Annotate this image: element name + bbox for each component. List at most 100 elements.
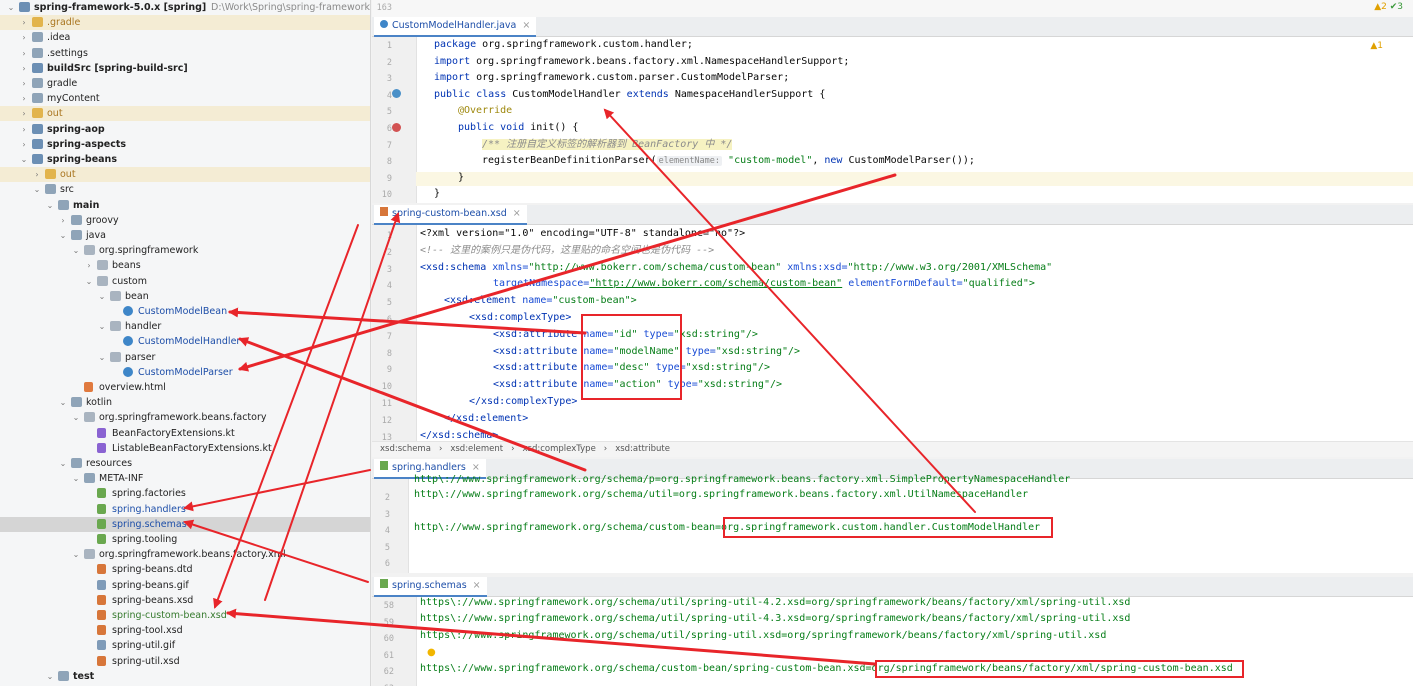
code-line[interactable]: import org.springframework.custom.parser…: [434, 71, 789, 85]
tree-node[interactable]: ⌄ resources: [0, 456, 370, 471]
project-tree[interactable]: ⌄ spring-framework-5.0.x [spring] D:\Work\…: [0, 0, 371, 686]
chevron-down-icon[interactable]: ⌄: [45, 669, 55, 684]
code-line[interactable]: @Override: [458, 104, 512, 118]
breadcrumb-item[interactable]: xsd:schema: [380, 444, 431, 454]
tree-node[interactable]: CustomModelHandler: [0, 334, 370, 349]
tree-node[interactable]: ⌄ custom: [0, 274, 370, 289]
chevron-right-icon[interactable]: ›: [19, 30, 29, 45]
tab-custom-model-handler[interactable]: CustomModelHandler.java ×: [374, 17, 537, 37]
tree-node[interactable]: › spring-aop: [0, 122, 370, 137]
tree-node[interactable]: ⌄ org.springframework.beans.factory: [0, 410, 370, 425]
chevron-down-icon[interactable]: ⌄: [71, 547, 81, 562]
chevron-right-icon[interactable]: ›: [19, 46, 29, 61]
close-icon[interactable]: ×: [473, 580, 481, 591]
tree-node[interactable]: › beans: [0, 258, 370, 273]
tree-node[interactable]: ⌄ test: [0, 669, 370, 684]
tree-node[interactable]: › myContent: [0, 91, 370, 106]
chevron-down-icon[interactable]: ⌄: [6, 0, 16, 15]
chevron-right-icon[interactable]: ›: [19, 76, 29, 91]
tree-node[interactable]: spring-beans.gif: [0, 578, 370, 593]
close-icon[interactable]: ×: [472, 462, 480, 473]
tree-node[interactable]: CustomModelBean: [0, 304, 370, 319]
chevron-down-icon[interactable]: ⌄: [84, 274, 94, 289]
chevron-down-icon[interactable]: ⌄: [97, 350, 107, 365]
tree-node[interactable]: ListableBeanFactoryExtensions.kt: [0, 441, 370, 456]
tree-node[interactable]: spring-beans.xsd: [0, 593, 370, 608]
tree-node[interactable]: ⌄ META-INF: [0, 471, 370, 486]
tree-node[interactable]: spring.schemas: [0, 516, 370, 532]
breadcrumb-item[interactable]: xsd:complexType: [523, 444, 596, 454]
code-line[interactable]: import org.springframework.beans.factory…: [434, 55, 849, 69]
code-line[interactable]: targetNamespace="http://www.bokerr.com/s…: [493, 277, 1035, 291]
tree-node[interactable]: spring.tooling: [0, 532, 370, 547]
tree-node[interactable]: › gradle: [0, 76, 370, 91]
tree-node[interactable]: › groovy: [0, 213, 370, 228]
chevron-right-icon[interactable]: ›: [19, 15, 29, 30]
chevron-right-icon[interactable]: ›: [19, 106, 29, 121]
tree-node[interactable]: ⌄ spring-framework-5.0.x [spring] D:\Work\…: [0, 0, 370, 15]
tree-node[interactable]: overview.html: [0, 380, 370, 395]
tree-node[interactable]: spring-custom-bean.xsd: [0, 608, 370, 623]
code-line[interactable]: package org.springframework.custom.handl…: [434, 38, 693, 52]
code-line[interactable]: http\://www.springframework.org/schema/p…: [414, 473, 1070, 487]
warning-badge[interactable]: ▲1: [1370, 41, 1383, 51]
chevron-down-icon[interactable]: ⌄: [71, 410, 81, 425]
chevron-down-icon[interactable]: ⌄: [71, 243, 81, 258]
tree-node[interactable]: ⌄ src: [0, 182, 370, 197]
chevron-right-icon[interactable]: ›: [19, 137, 29, 152]
chevron-right-icon[interactable]: ›: [19, 61, 29, 76]
inspection-summary[interactable]: ▲2 ✔3: [1374, 2, 1403, 12]
code-line[interactable]: }: [434, 187, 440, 201]
tree-node[interactable]: CustomModelParser: [0, 365, 370, 380]
code-line[interactable]: https\://www.springframework.org/schema/…: [420, 612, 1130, 626]
tree-node[interactable]: › .settings: [0, 46, 370, 61]
code-line[interactable]: <?xml version="1.0" encoding="UTF-8" sta…: [420, 227, 745, 241]
breadcrumb-item[interactable]: xsd:attribute: [615, 444, 670, 454]
code-line[interactable]: public class CustomModelHandler extends …: [434, 88, 825, 102]
code-line[interactable]: http\://www.springframework.org/schema/u…: [414, 488, 1028, 502]
lightbulb-icon[interactable]: ●: [427, 647, 436, 658]
tree-node[interactable]: spring.factories: [0, 486, 370, 501]
tree-node[interactable]: › .gradle: [0, 15, 370, 31]
chevron-down-icon[interactable]: ⌄: [58, 228, 68, 243]
warning-count[interactable]: ▲2: [1374, 2, 1387, 12]
code-line[interactable]: registerBeanDefinitionParser(elementName…: [482, 154, 975, 168]
code-line[interactable]: public void init() {: [458, 121, 578, 135]
chevron-right-icon[interactable]: ›: [19, 122, 29, 137]
tree-node[interactable]: ⌄ main: [0, 198, 370, 213]
tree-node[interactable]: › .idea: [0, 30, 370, 45]
chevron-down-icon[interactable]: ⌄: [58, 395, 68, 410]
code-line[interactable]: https\://www.springframework.org/schema/…: [420, 629, 1106, 643]
tree-node[interactable]: spring-tool.xsd: [0, 623, 370, 638]
tree-node[interactable]: ⌄ parser: [0, 350, 370, 365]
close-icon[interactable]: ×: [513, 208, 521, 219]
chevron-right-icon[interactable]: ›: [19, 91, 29, 106]
code-line[interactable]: https\://www.springframework.org/schema/…: [420, 596, 1130, 610]
code-line[interactable]: </xsd:element>: [444, 412, 528, 426]
code-line[interactable]: <xsd:complexType>: [469, 311, 571, 325]
tree-node[interactable]: BeanFactoryExtensions.kt: [0, 426, 370, 441]
tree-node[interactable]: ⌄ org.springframework.beans.factory.xml: [0, 547, 370, 562]
tree-node[interactable]: ⌄ bean: [0, 289, 370, 304]
implement-gutter-icon[interactable]: [392, 89, 401, 98]
chevron-right-icon[interactable]: ›: [84, 258, 94, 273]
code-line[interactable]: </xsd:complexType>: [469, 395, 577, 409]
tree-node[interactable]: › spring-aspects: [0, 137, 370, 152]
code-line[interactable]: <xsd:element name="custom-bean">: [444, 294, 637, 308]
code-line[interactable]: <xsd:schema xmlns="http://www.bokerr.com…: [420, 261, 1052, 275]
tree-node[interactable]: › out: [0, 106, 370, 122]
chevron-right-icon[interactable]: ›: [32, 167, 42, 182]
code-line[interactable]: }: [458, 171, 464, 185]
check-count[interactable]: ✔3: [1390, 2, 1403, 12]
breadcrumb-item[interactable]: xsd:element: [450, 444, 503, 454]
chevron-down-icon[interactable]: ⌄: [45, 198, 55, 213]
tree-node[interactable]: ⌄ spring-beans: [0, 152, 370, 167]
code-line[interactable]: <!-- 这里的案例只是伪代码，这里贴的命名空间也是伪代码 -->: [420, 244, 714, 258]
tree-node[interactable]: spring-util.gif: [0, 638, 370, 653]
chevron-down-icon[interactable]: ⌄: [58, 456, 68, 471]
tree-node[interactable]: › buildSrc [spring-build-src]: [0, 61, 370, 76]
chevron-down-icon[interactable]: ⌄: [97, 289, 107, 304]
tree-node[interactable]: ⌄ java: [0, 228, 370, 243]
chevron-down-icon[interactable]: ⌄: [19, 152, 29, 167]
close-icon[interactable]: ×: [522, 20, 530, 31]
